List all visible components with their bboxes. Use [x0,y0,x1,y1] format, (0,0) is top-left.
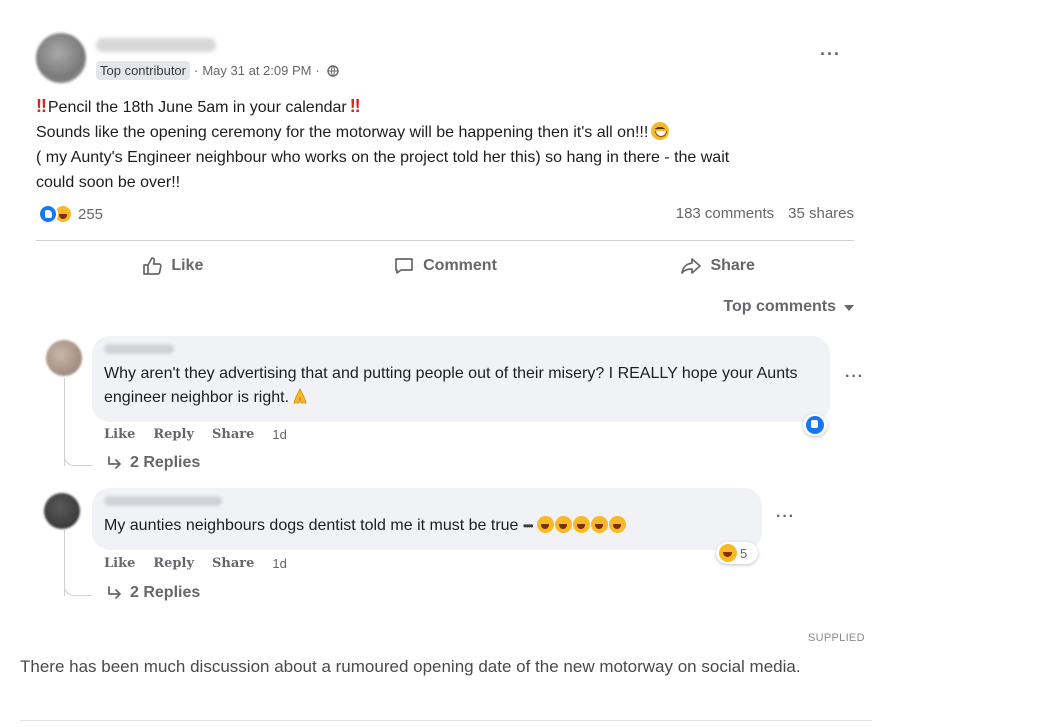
post-meta: Top contributor · May 31 at 2:09 PM · [96,61,339,80]
comment-sort-dropdown[interactable]: Top comments [723,298,854,316]
post-action-bar: Like Comment Share [36,248,854,284]
post-body: ‼ Pencil the 18th June 5am in your calend… [36,94,856,195]
view-replies-button[interactable]: 2 Replies [106,584,200,602]
view-replies-label: 2 Replies [130,584,201,601]
globe-icon [327,64,339,77]
article-caption: There has been much discussion about a r… [20,657,801,676]
view-replies-label: 2 Replies [130,454,201,471]
thread-curve [64,452,92,466]
post-line-1: ‼ Pencil the 18th June 5am in your calend… [36,96,361,116]
commenter-avatar[interactable] [46,340,82,376]
comment-actions: Like Reply Share 1d [104,556,287,571]
commenter-avatar[interactable] [44,493,80,529]
eyes-emoji-icon: •••• [522,519,534,533]
thumbs-up-icon [143,257,163,275]
comment-reply-button[interactable]: Reply [153,427,194,442]
comment-actions: Like Reply Share 1d [104,427,287,442]
comment-text: Why aren't they advertising that and put… [104,365,798,406]
comment-like-button[interactable]: Like [104,556,135,571]
commenter-name-blurred[interactable] [104,496,222,506]
comment-bubble: Why aren't they advertising that and put… [92,336,830,422]
haha-reaction-icon [719,544,737,562]
laughing-face-icon [573,516,591,533]
top-contributor-badge[interactable]: Top contributor [96,61,190,80]
meta-separator: · [315,63,320,78]
shares-count-link[interactable]: 35 shares [788,205,854,222]
meta-separator: · [194,63,199,78]
post-more-options-button[interactable]: ··· [820,44,841,65]
comment-reactions[interactable]: 5 [716,542,758,564]
share-button[interactable]: Share [581,248,854,284]
reaction-count: 255 [78,205,104,223]
double-exclamation-icon: ‼ [36,96,47,116]
comment-button[interactable]: Comment [309,248,582,284]
comment-reactions[interactable] [803,414,827,436]
divider [20,720,872,721]
comment-button-label: Comment [423,257,497,274]
comment-bubble-icon [395,258,413,274]
facebook-post: Top contributor · May 31 at 2:09 PM · ··… [20,18,880,630]
folded-hands-icon [293,388,308,404]
laughing-face-icon [537,516,555,533]
comment-bubble: My aunties neighbours dogs dentist told … [92,488,762,550]
comments-count-link[interactable]: 183 comments [676,205,774,222]
like-reaction-icon [806,416,824,434]
comment-reply-button[interactable]: Reply [153,556,194,571]
grinning-face-icon [651,122,670,140]
comment-share-button[interactable]: Share [212,427,254,442]
share-button-label: Share [710,257,755,274]
share-arrow-icon [681,258,702,274]
laughing-face-icon [609,516,627,533]
comment-like-button[interactable]: Like [104,427,135,442]
laughing-face-icon [591,516,609,533]
comment-time[interactable]: 1d [272,556,286,571]
author-name-blurred[interactable] [96,38,216,52]
commenter-name-blurred[interactable] [104,344,174,354]
post-line-3: ( my Aunty's Engineer neighbour who work… [36,149,730,166]
post-reactions-summary[interactable]: 255 [38,204,103,224]
reply-arrow-icon [108,586,121,599]
divider [36,240,854,241]
post-line-4: could soon be over!! [36,174,181,191]
comment-text: My aunties neighbours dogs dentist told … [104,514,750,538]
like-button[interactable]: Like [36,248,309,284]
double-exclamation-icon: ‼ [349,96,361,116]
comment-more-options-button[interactable]: ··· [776,508,795,526]
thread-curve [64,582,92,596]
post-line-2: Sounds like the opening ceremony for the… [36,120,856,145]
like-reaction-icon [38,204,58,224]
view-replies-button[interactable]: 2 Replies [106,454,200,472]
engagement-counts: 183 comments 35 shares [676,205,854,222]
chevron-down-icon [844,305,854,311]
comment-reaction-count: 5 [740,545,748,561]
comment-time[interactable]: 1d [272,427,286,442]
comment-more-options-button[interactable]: ··· [845,368,864,386]
image-credit: SUPPLIED [808,632,865,644]
like-button-label: Like [171,257,204,274]
comment-share-button[interactable]: Share [212,556,254,571]
author-avatar[interactable] [36,33,86,83]
laughing-face-icon [555,516,573,533]
post-timestamp[interactable]: May 31 at 2:09 PM [202,63,311,78]
comment-sort-label: Top comments [723,298,836,315]
reply-arrow-icon [108,456,121,469]
